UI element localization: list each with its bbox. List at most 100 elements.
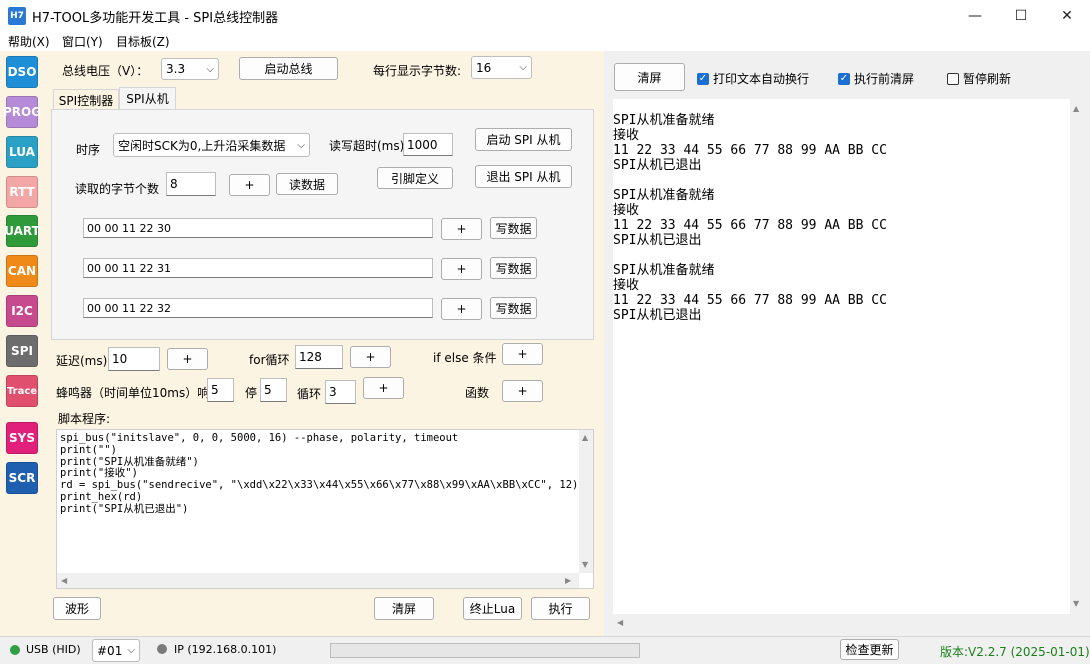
sidebar-item-scr[interactable]: SCR	[6, 462, 38, 494]
bytes-per-line-select[interactable]: 16 ⌵	[471, 56, 532, 79]
read-count-input[interactable]: 8	[166, 172, 216, 196]
scroll-down-icon[interactable]: ▼	[1073, 599, 1079, 608]
sidebar-item-spi[interactable]: SPI	[6, 335, 38, 367]
script-clear-button[interactable]: 清屏	[374, 597, 434, 620]
function-plus-button[interactable]: +	[502, 380, 543, 402]
for-loop-plus-button[interactable]: +	[350, 346, 391, 368]
buzzer-plus-button[interactable]: +	[363, 377, 404, 399]
maximize-button[interactable]: ☐	[998, 0, 1044, 31]
progress-bar	[330, 643, 640, 658]
scroll-down-icon[interactable]: ▼	[582, 560, 588, 569]
write-data-button-3[interactable]: 写数据	[490, 297, 537, 319]
sidebar-item-i2c[interactable]: I2C	[6, 295, 38, 327]
read-data-button[interactable]: 读数据	[276, 173, 338, 195]
version-label: 版本:V2.2.7 (2025-01-01)	[940, 645, 1090, 659]
pause-refresh-checkbox[interactable]: 暂停刷新	[947, 70, 1011, 87]
output-horizontal-scrollbar[interactable]: ◀	[613, 614, 1070, 630]
if-else-plus-button[interactable]: +	[502, 343, 543, 365]
script-vertical-scrollbar[interactable]: ▲ ▼	[579, 430, 593, 573]
start-slave-button[interactable]: 启动 SPI 从机	[475, 128, 572, 151]
if-else-label: if else 条件	[433, 351, 497, 365]
sidebar-item-trace[interactable]: Trace	[6, 375, 38, 407]
chevron-down-icon: ⌵	[127, 645, 135, 656]
output-log[interactable]: SPI从机准备就绪 接收 11 22 33 44 55 66 77 88 99 …	[613, 99, 1070, 614]
chevron-down-icon: ⌵	[297, 139, 305, 151]
timing-value: 空闲时SCK为0,上升沿采集数据	[118, 138, 286, 153]
script-label: 脚本程序:	[58, 412, 111, 426]
buzzer-loop-input[interactable]: 3	[325, 380, 356, 404]
timeout-label: 读写超时(ms)	[329, 139, 405, 153]
buzzer-on-input[interactable]: 5	[207, 378, 234, 402]
function-label: 函数	[465, 386, 490, 400]
write-plus-button-2[interactable]: +	[441, 258, 482, 280]
timeout-input[interactable]: 1000	[403, 133, 453, 156]
write-data-button-1[interactable]: 写数据	[490, 217, 537, 239]
ip-status-label: IP (192.168.0.101)	[174, 643, 277, 656]
sidebar-item-dso[interactable]: DSO	[6, 56, 38, 88]
app-icon: H7	[8, 7, 26, 25]
stop-lua-button[interactable]: 终止Lua	[463, 597, 522, 620]
read-count-label: 读取的字节个数	[75, 182, 160, 196]
buzzer-label: 蜂鸣器（时间单位10ms）响	[56, 386, 210, 400]
delay-plus-button[interactable]: +	[167, 348, 208, 370]
menu-bar: 帮助(X) 窗口(Y) 目标板(Z)	[0, 31, 1090, 51]
sidebar-item-uart[interactable]: UART	[4, 215, 40, 247]
clear-before-run-label: 执行前清屏	[854, 72, 915, 86]
output-vertical-scrollbar[interactable]: ▲ ▼	[1070, 99, 1084, 614]
checkbox-checked-icon: ✓	[697, 72, 709, 85]
write-data-input-1[interactable]: 00 00 11 22 30	[83, 218, 433, 238]
pin-define-button[interactable]: 引脚定义	[377, 167, 453, 189]
tab-spi-slave[interactable]: SPI从机	[119, 87, 176, 109]
for-loop-input[interactable]: 128	[295, 345, 343, 369]
check-update-button[interactable]: 检查更新	[840, 639, 899, 660]
execute-button[interactable]: 执行	[531, 597, 590, 620]
buzzer-loop-label: 循环	[297, 387, 322, 401]
scroll-right-icon[interactable]: ▶	[565, 576, 571, 585]
ip-status-icon	[157, 644, 167, 654]
timing-select[interactable]: 空闲时SCK为0,上升沿采集数据 ⌵	[113, 133, 310, 157]
waveform-button[interactable]: 波形	[53, 597, 101, 620]
bus-voltage-select[interactable]: 3.3 ⌵	[161, 58, 219, 80]
auto-wrap-checkbox[interactable]: ✓ 打印文本自动换行	[697, 70, 809, 87]
menu-target-board[interactable]: 目标板(Z)	[116, 33, 170, 50]
exit-slave-button[interactable]: 退出 SPI 从机	[475, 165, 572, 188]
checkbox-unchecked-icon	[947, 72, 959, 85]
read-count-plus-button[interactable]: +	[229, 174, 270, 196]
tab-spi-controller[interactable]: SPI控制器	[53, 89, 119, 110]
sidebar-item-lua[interactable]: LUA	[6, 136, 38, 168]
chevron-down-icon: ⌵	[206, 63, 214, 75]
for-loop-label: for循环	[249, 353, 290, 367]
status-bar: USB (HID) #01 ⌵ IP (192.168.0.101) 检查更新 版…	[0, 636, 1090, 664]
script-horizontal-scrollbar[interactable]: ◀ ▶	[57, 573, 579, 588]
buzzer-off-input[interactable]: 5	[260, 378, 287, 402]
sidebar-item-prog[interactable]: PROG	[3, 96, 41, 128]
sidebar-item-sys[interactable]: SYS	[6, 422, 38, 454]
timing-label: 时序	[76, 143, 101, 157]
pause-refresh-label: 暂停刷新	[963, 72, 1012, 86]
minimize-button[interactable]: —	[952, 0, 998, 31]
port-select[interactable]: #01 ⌵	[92, 639, 140, 662]
usb-status-icon	[10, 645, 20, 655]
clear-before-run-checkbox[interactable]: ✓ 执行前清屏	[838, 70, 914, 87]
menu-help[interactable]: 帮助(X)	[8, 33, 50, 50]
bytes-per-line-label: 每行显示字节数:	[373, 64, 462, 78]
scroll-up-icon[interactable]: ▲	[1073, 104, 1079, 113]
auto-wrap-label: 打印文本自动换行	[713, 72, 810, 86]
write-data-button-2[interactable]: 写数据	[490, 257, 537, 279]
start-bus-button[interactable]: 启动总线	[239, 57, 338, 80]
sidebar-item-can[interactable]: CAN	[6, 255, 38, 287]
scroll-left-icon[interactable]: ◀	[61, 576, 67, 585]
menu-window[interactable]: 窗口(Y)	[62, 33, 103, 50]
sidebar-item-rtt[interactable]: RTT	[6, 176, 38, 208]
write-data-input-3[interactable]: 00 00 11 22 32	[83, 298, 433, 318]
write-plus-button-1[interactable]: +	[441, 218, 482, 240]
output-clear-button[interactable]: 清屏	[614, 63, 685, 91]
scroll-left-icon[interactable]: ◀	[617, 618, 623, 627]
script-editor[interactable]: spi_bus("initslave", 0, 0, 5000, 16) --p…	[56, 429, 594, 589]
checkbox-checked-icon: ✓	[838, 72, 850, 85]
write-plus-button-3[interactable]: +	[441, 298, 482, 320]
delay-input[interactable]: 10	[108, 347, 160, 371]
scroll-up-icon[interactable]: ▲	[582, 433, 588, 442]
close-button[interactable]: ✕	[1044, 0, 1090, 31]
write-data-input-2[interactable]: 00 00 11 22 31	[83, 258, 433, 278]
